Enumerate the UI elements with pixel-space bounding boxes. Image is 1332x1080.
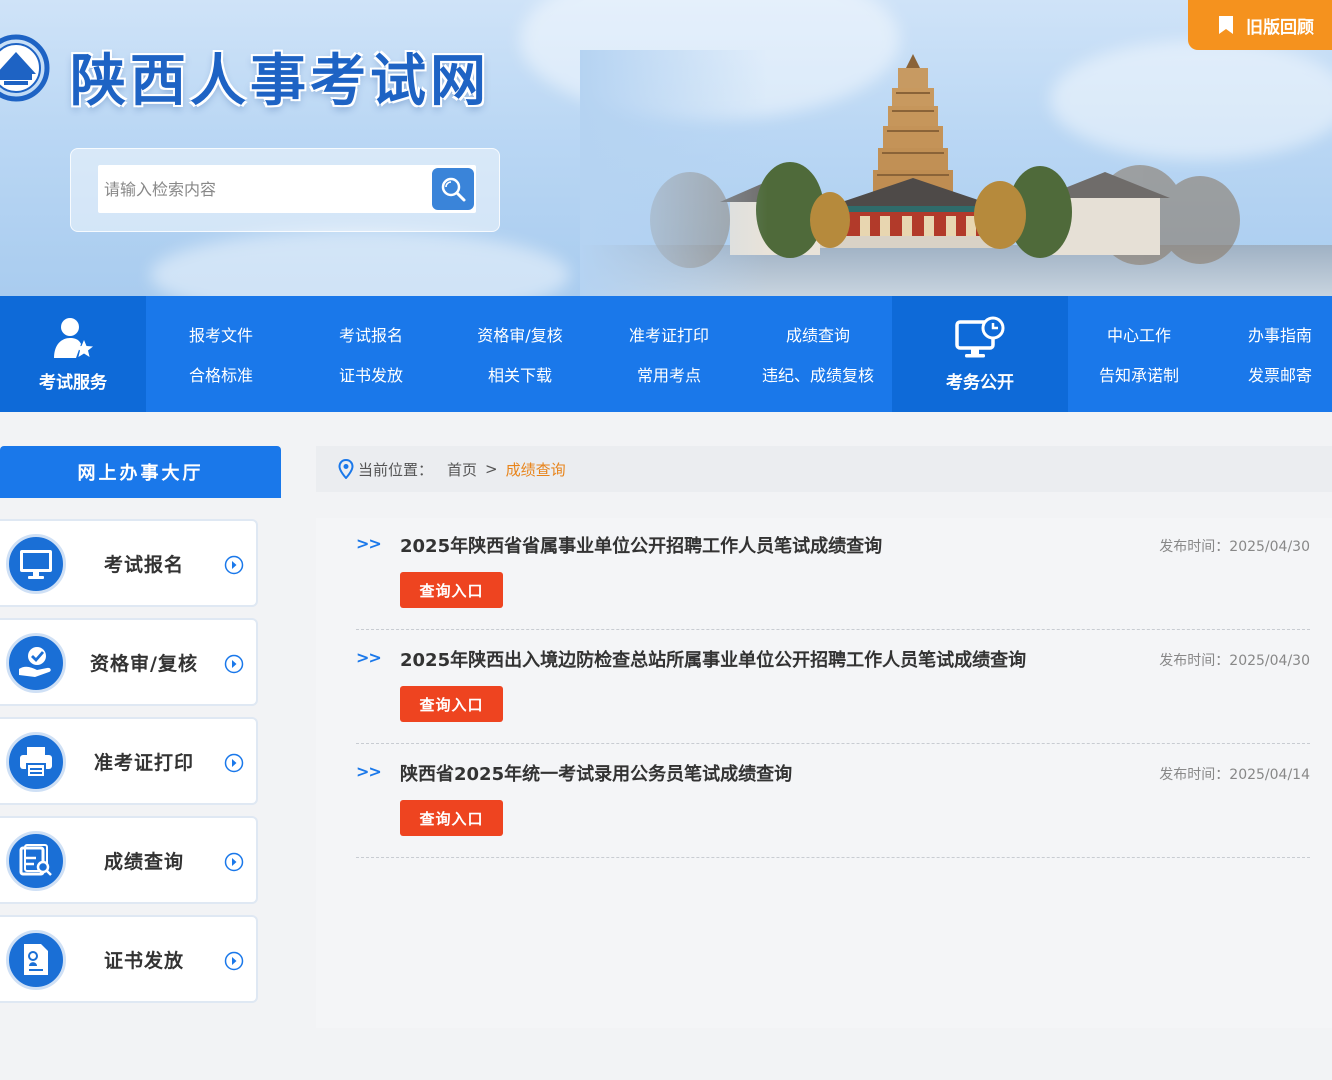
- nav-link-guide[interactable]: 办事指南: [1248, 322, 1312, 346]
- nav-exam-service[interactable]: 考试服务: [0, 296, 146, 412]
- search-icon: [441, 177, 466, 202]
- nav-link-pass-standard[interactable]: 合格标准: [189, 362, 253, 386]
- breadcrumb-separator: >: [485, 460, 498, 478]
- list-marker: >>: [356, 648, 382, 667]
- nav-column: 报考文件 合格标准: [146, 296, 296, 412]
- sidebar-item-icon-wrap: [6, 732, 66, 792]
- sidebar-item-label: 证书发放: [103, 949, 184, 972]
- nav-column: 成绩查询 违纪、成绩复核: [744, 296, 892, 412]
- nav-link-exam-sites[interactable]: 常用考点: [637, 362, 701, 386]
- sidebar-item-icon-wrap: [6, 930, 66, 990]
- nav-column: 考试报名 证书发放: [296, 296, 446, 412]
- emblem-logo: [0, 34, 50, 102]
- list-marker: >>: [356, 534, 382, 553]
- breadcrumb-current[interactable]: 成绩查询: [506, 459, 566, 480]
- nav-exam-affairs-label: 考务公开: [946, 372, 1014, 393]
- main-navbar: 考试服务 报考文件 合格标准 考试报名 证书发放 资格审/复核 相关下载 准考证…: [0, 296, 1332, 412]
- query-entry-button[interactable]: 查询入口: [400, 686, 503, 722]
- printer-icon: [20, 747, 52, 778]
- breadcrumb-home-link[interactable]: 首页: [447, 459, 477, 480]
- list-marker: >>: [356, 762, 382, 781]
- nav-link-admission-ticket[interactable]: 准考证打印: [629, 322, 709, 346]
- chevron-right-circle-icon: [224, 753, 244, 773]
- bookmark-icon: [1219, 16, 1233, 34]
- list-item-title[interactable]: 2025年陕西出入境边防检查总站所属事业单位公开招聘工作人员笔试成绩查询: [400, 646, 1040, 672]
- list-item-date: 发布时间：2025/04/30: [1159, 653, 1310, 669]
- chevron-right-circle-icon: [224, 654, 244, 674]
- breadcrumb-prefix: 当前位置：: [358, 460, 434, 479]
- sidebar-item-icon-wrap: [6, 633, 66, 693]
- sidebar-item-qualification[interactable]: 资格审/复核: [0, 618, 258, 706]
- old-version-button[interactable]: 旧版回顾: [1188, 0, 1332, 50]
- monitor-icon: [20, 550, 52, 579]
- breadcrumb: 当前位置： 首页 > 成绩查询: [316, 446, 1332, 492]
- nav-column: 办事指南 发票邮寄: [1210, 296, 1332, 412]
- old-version-label: 旧版回顾: [1246, 17, 1314, 38]
- cloud-decoration: [150, 230, 570, 296]
- list-item-date: 发布时间：2025/04/14: [1159, 767, 1310, 783]
- nav-link-invoice-mail[interactable]: 发票邮寄: [1248, 362, 1312, 386]
- location-pin-icon: [338, 459, 354, 479]
- nav-column: 中心工作 告知承诺制: [1068, 296, 1210, 412]
- search-button[interactable]: [432, 168, 474, 210]
- nav-link-exam-docs[interactable]: 报考文件: [189, 322, 253, 346]
- sidebar-item-icon-wrap: [6, 534, 66, 594]
- site-title: 陕西人事考试网: [70, 49, 490, 114]
- nav-exam-affairs[interactable]: 考务公开: [892, 296, 1068, 412]
- sidebar-item-label: 成绩查询: [103, 850, 184, 873]
- chevron-right-circle-icon: [224, 555, 244, 575]
- sidebar-title: 网上办事大厅: [0, 446, 281, 498]
- sidebar-item-admission-ticket[interactable]: 准考证打印: [0, 717, 258, 805]
- sidebar-item-registration[interactable]: 考试报名: [0, 519, 258, 607]
- search-input[interactable]: [98, 165, 476, 213]
- hand-check-icon: [19, 647, 51, 677]
- list-item: >> 陕西省2025年统一考试录用公务员笔试成绩查询 发布时间：2025/04/…: [356, 744, 1310, 858]
- list-item-date: 发布时间：2025/04/30: [1159, 539, 1310, 555]
- header-banner: 陕西人事考试网: [0, 0, 1332, 296]
- nav-link-downloads[interactable]: 相关下载: [488, 362, 552, 386]
- certificate-icon: [24, 944, 48, 975]
- list-item: >> 2025年陕西出入境边防检查总站所属事业单位公开招聘工作人员笔试成绩查询 …: [356, 630, 1310, 744]
- nav-exam-service-label: 考试服务: [39, 372, 107, 393]
- nav-link-center-work[interactable]: 中心工作: [1107, 322, 1171, 346]
- nav-link-qualification-review[interactable]: 资格审/复核: [477, 322, 562, 346]
- nav-link-certificate[interactable]: 证书发放: [339, 362, 403, 386]
- sidebar-item-certificate[interactable]: 证书发放: [0, 915, 258, 1003]
- sidebar-item-label: 资格审/复核: [90, 652, 198, 675]
- nav-link-commitment-system[interactable]: 告知承诺制: [1099, 362, 1179, 386]
- pagoda-scene-image: [580, 50, 1332, 296]
- list-item-title[interactable]: 2025年陕西省省属事业单位公开招聘工作人员笔试成绩查询: [400, 532, 1040, 558]
- list-item: >> 2025年陕西省省属事业单位公开招聘工作人员笔试成绩查询 发布时间：202…: [356, 516, 1310, 630]
- user-star-icon: [54, 317, 93, 358]
- query-entry-button[interactable]: 查询入口: [400, 800, 503, 836]
- nav-link-registration[interactable]: 考试报名: [339, 322, 403, 346]
- list-item-title[interactable]: 陕西省2025年统一考试录用公务员笔试成绩查询: [400, 760, 1040, 786]
- nav-column: 准考证打印 常用考点: [594, 296, 744, 412]
- sidebar-item-icon-wrap: [6, 831, 66, 891]
- nav-link-score-query[interactable]: 成绩查询: [786, 322, 850, 346]
- monitor-clock-icon: [955, 316, 1005, 357]
- nav-link-score-review[interactable]: 违纪、成绩复核: [762, 362, 874, 386]
- sidebar-item-label: 准考证打印: [93, 751, 194, 774]
- document-search-icon: [19, 844, 52, 876]
- nav-column: 资格审/复核 相关下载: [446, 296, 594, 412]
- chevron-right-circle-icon: [224, 852, 244, 872]
- sidebar-item-label: 考试报名: [103, 553, 184, 576]
- chevron-right-circle-icon: [224, 951, 244, 971]
- sidebar-item-score-query[interactable]: 成绩查询: [0, 816, 258, 904]
- query-entry-button[interactable]: 查询入口: [400, 572, 503, 608]
